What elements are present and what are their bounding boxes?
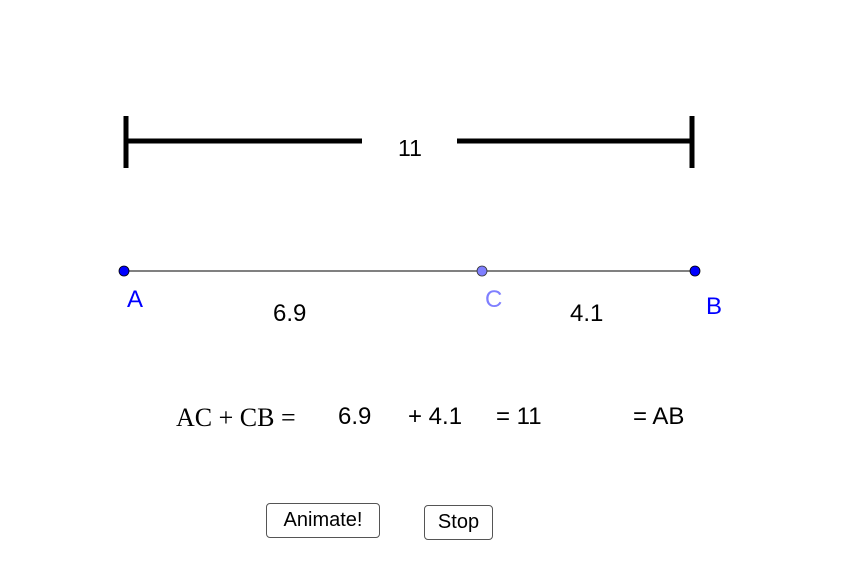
equation-equals-total: = 11	[496, 403, 542, 430]
point-a-label: A	[127, 286, 144, 313]
equation-equals-ab: = AB	[633, 403, 685, 430]
equation-ac-value: 6.9	[338, 403, 372, 430]
segment-ac-length: 6.9	[273, 300, 307, 327]
equation-lhs: AC + CB =	[176, 403, 296, 432]
point-b[interactable]	[689, 265, 701, 277]
dimension-length-label: 11	[398, 135, 422, 161]
point-b-label: B	[706, 293, 723, 320]
segment-cb-length: 4.1	[570, 300, 604, 327]
point-a[interactable]	[118, 265, 130, 277]
stop-button[interactable]: Stop	[424, 505, 493, 540]
point-c[interactable]	[476, 265, 488, 277]
animate-button[interactable]: Animate!	[266, 503, 380, 538]
point-c-label: C	[485, 286, 503, 313]
equation-plus-cb: + 4.1	[408, 403, 463, 430]
